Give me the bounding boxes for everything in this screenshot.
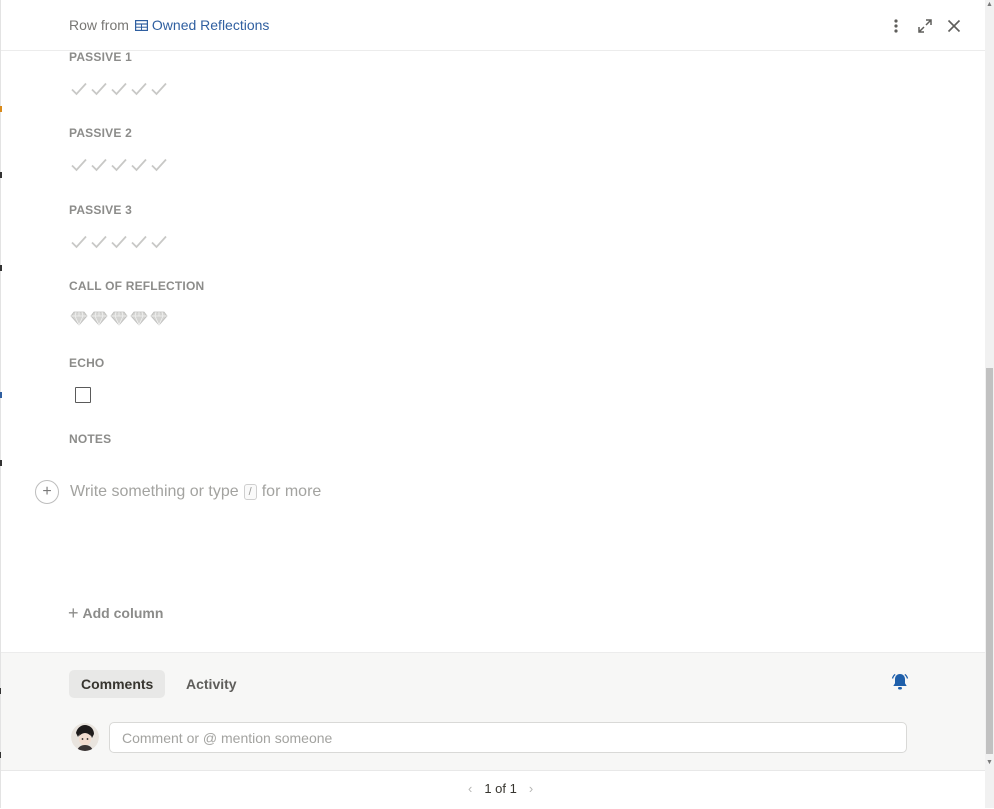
- next-page-icon[interactable]: ›: [523, 781, 539, 796]
- field-label-passive-1: PASSIVE 1: [69, 50, 132, 64]
- check-icon[interactable]: [150, 234, 168, 250]
- scrollbar-thumb[interactable]: [986, 368, 993, 754]
- check-icon[interactable]: [150, 81, 168, 97]
- tab-activity[interactable]: Activity: [174, 670, 249, 698]
- check-icon[interactable]: [150, 157, 168, 173]
- notification-bell-icon[interactable]: [890, 672, 910, 692]
- row-from-label: Row from: [69, 17, 129, 33]
- diamond-icon[interactable]: [70, 310, 88, 326]
- editor-placeholder-start: Write something or type: [70, 483, 239, 500]
- check-icon[interactable]: [90, 157, 108, 173]
- passive-1-rating[interactable]: [70, 81, 168, 97]
- expand-icon: [918, 19, 932, 33]
- pager-text: 1 of 1: [484, 781, 517, 796]
- diamond-icon[interactable]: [110, 310, 128, 326]
- check-icon[interactable]: [130, 81, 148, 97]
- echo-checkbox[interactable]: [75, 387, 91, 403]
- scroll-up-icon[interactable]: ▲: [986, 1, 993, 9]
- check-icon[interactable]: [110, 234, 128, 250]
- check-icon[interactable]: [70, 157, 88, 173]
- check-icon[interactable]: [90, 234, 108, 250]
- pager: ‹ 1 of 1 ›: [462, 781, 539, 796]
- more-vertical-icon: [894, 19, 898, 33]
- close-icon: [947, 19, 961, 33]
- call-of-reflection-rating[interactable]: [70, 310, 168, 326]
- field-label-passive-3: PASSIVE 3: [69, 203, 132, 217]
- notes-editor[interactable]: Write something or type / for more: [70, 483, 321, 501]
- slash-key: /: [243, 484, 257, 500]
- check-icon[interactable]: [130, 157, 148, 173]
- diamond-icon[interactable]: [90, 310, 108, 326]
- close-button[interactable]: [943, 15, 965, 37]
- expand-button[interactable]: [914, 15, 936, 37]
- check-icon[interactable]: [90, 81, 108, 97]
- table-icon: [134, 19, 148, 31]
- check-icon[interactable]: [130, 234, 148, 250]
- diamond-icon[interactable]: [130, 310, 148, 326]
- plus-icon: +: [42, 483, 52, 500]
- plus-icon: +: [68, 603, 79, 623]
- row-source-title: Row from Owned Reflections: [69, 17, 269, 33]
- field-label-echo: ECHO: [69, 356, 105, 370]
- add-column-button[interactable]: + Add column: [68, 603, 164, 623]
- add-column-label: Add column: [82, 605, 164, 621]
- avatar: [71, 723, 99, 751]
- previous-page-icon[interactable]: ‹: [462, 781, 478, 796]
- field-label-passive-2: PASSIVE 2: [69, 126, 132, 140]
- check-icon[interactable]: [70, 234, 88, 250]
- table-link[interactable]: Owned Reflections: [152, 17, 270, 33]
- scroll-down-icon[interactable]: ▼: [986, 759, 993, 767]
- check-icon[interactable]: [110, 81, 128, 97]
- diamond-icon[interactable]: [150, 310, 168, 326]
- field-label-call-of-reflection: CALL OF REFLECTION: [69, 279, 205, 293]
- passive-2-rating[interactable]: [70, 157, 168, 173]
- passive-3-rating[interactable]: [70, 234, 168, 250]
- editor-placeholder-end: for more: [261, 483, 322, 500]
- modal-header: Row from Owned Reflections: [1, 0, 985, 51]
- field-label-notes: NOTES: [69, 432, 112, 446]
- check-icon[interactable]: [70, 81, 88, 97]
- add-block-button[interactable]: +: [35, 480, 59, 504]
- comment-input[interactable]: [109, 722, 907, 753]
- user-avatar-icon: [71, 723, 99, 751]
- more-options-button[interactable]: [885, 15, 907, 37]
- check-icon[interactable]: [110, 157, 128, 173]
- tab-comments[interactable]: Comments: [69, 670, 166, 698]
